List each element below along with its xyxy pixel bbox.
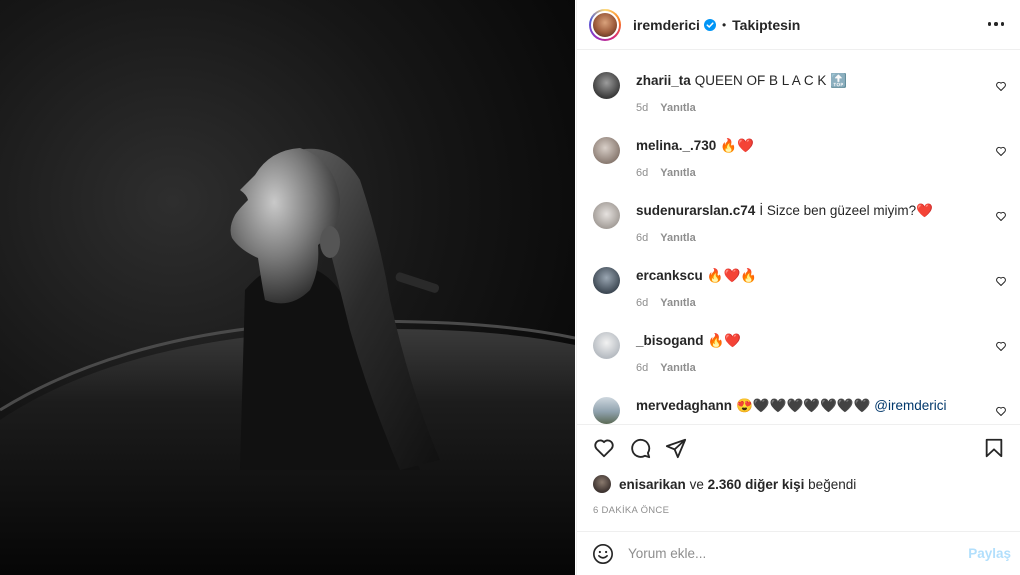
reply-button[interactable]: Yanıtla [660,102,695,114]
author-username[interactable]: iremderici [633,17,700,33]
comment-heart-icon[interactable] [995,80,1007,92]
comment-text: 🔥❤️ [720,138,754,153]
comment-icon[interactable] [629,437,651,459]
comment-age: 6d [636,362,649,374]
comment-heart-icon[interactable] [995,275,1007,287]
reply-button[interactable]: Yanıtla [660,297,695,309]
reply-button[interactable]: Yanıtla [660,167,695,179]
share-button[interactable]: Paylaş [968,546,1011,561]
follow-status-button[interactable]: Takiptesin [732,17,800,33]
comment-username[interactable]: _bisogand [636,333,704,348]
comment-text: 🔥❤️🔥 [706,268,758,283]
paper-plane-icon[interactable] [665,437,687,459]
comment-text: 🔥❤️ [707,333,742,348]
comment-heart-icon[interactable] [995,340,1007,352]
reply-button[interactable]: Yanıtla [660,232,695,244]
comment-text: İ Sizce ben güzeel miyim?❤️ [759,203,933,218]
likes-summary: enisarikan ve 2.360 diğer kişi beğendi [593,475,856,493]
verified-badge-icon [703,18,716,31]
comment-avatar[interactable] [593,267,620,294]
comment-age: 6d [636,167,649,179]
comment-username[interactable]: ercankscu [636,268,703,283]
comment-avatar[interactable] [593,72,620,99]
reply-button[interactable]: Yanıtla [660,362,695,374]
post-timestamp[interactable]: 6 DAKİKA ÖNCE [593,505,669,516]
header-separator: • [721,17,727,32]
author-avatar[interactable] [589,8,621,41]
comment-avatar[interactable] [593,332,620,359]
comment-avatar[interactable] [593,202,620,229]
likes-suffix: beğendi [808,476,857,492]
comment-text: QUEEN OF B L A C K 🔝 [694,73,847,88]
comment-avatar[interactable] [593,397,620,424]
liker-avatar[interactable] [593,475,611,493]
add-comment-bar: Paylaş [577,531,1020,575]
comment-age: 6d [636,297,649,309]
likes-others-link[interactable]: 2.360 diğer kişi [708,477,805,492]
likes-connector: ve [689,476,704,492]
comment-age: 5d [636,102,649,114]
post-action-bar [593,437,1005,465]
post-side-panel: iremderici • Takiptesin zharii_ta QUEEN O… [576,0,1020,575]
comment-text: 😍🖤🖤🖤🖤🖤🖤🖤 [736,398,871,413]
comment-input[interactable] [628,546,948,561]
liker-username[interactable]: enisarikan [619,477,686,492]
heart-icon[interactable] [593,437,615,459]
emoji-icon[interactable] [592,543,614,565]
comment-heart-icon[interactable] [995,405,1007,417]
post-photo-illustration [0,148,575,575]
comment-username[interactable]: zharii_ta [636,73,691,88]
post-header: iremderici • Takiptesin [577,0,1020,50]
bookmark-icon[interactable] [983,437,1005,459]
comment-username[interactable]: mervedaghann [636,398,732,413]
more-options-icon[interactable] [986,14,1006,34]
comment-avatar[interactable] [593,137,620,164]
comment-list[interactable]: zharii_ta QUEEN OF B L A C K 🔝 5d Yanıtla … [577,51,1020,425]
comment-mention[interactable]: @iremderici [874,398,946,413]
comment-age: 6d [636,232,649,244]
comment-username[interactable]: sudenurarslan.c74 [636,203,755,218]
comment-username[interactable]: melina._.730 [636,138,716,153]
comment-heart-icon[interactable] [995,210,1007,222]
comment-heart-icon[interactable] [995,145,1007,157]
post-photo[interactable] [0,0,575,575]
